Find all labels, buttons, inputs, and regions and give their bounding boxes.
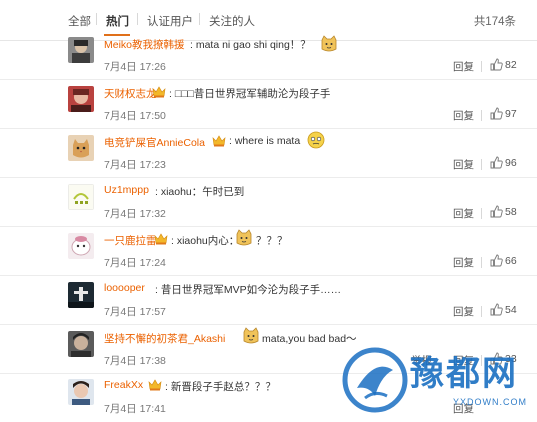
commenter-name[interactable]: 电竞铲屎官AnnieCola	[104, 135, 205, 150]
reply-button[interactable]: 回复	[453, 255, 474, 270]
comment-time: 7月4日 17:23	[104, 159, 166, 171]
comment-text: mata,you bad bad～	[262, 333, 357, 345]
tab-divider	[137, 13, 138, 25]
action-divider	[481, 61, 482, 72]
commenter-name[interactable]: FreakXx	[104, 379, 143, 391]
avatar[interactable]	[68, 282, 94, 308]
comment-text: : 昔日世界冠军MVP如今沦为段子手……	[155, 284, 342, 296]
like-count: 33	[505, 353, 517, 365]
comment-item: 天财权志龙 : □□□昔日世界冠军辅助沦为段子手 7月4日 17:50 回复 9…	[0, 80, 537, 129]
comment-text: : □□□昔日世界冠军辅助沦为段子手	[169, 88, 331, 100]
comment-time: 7月4日 17:32	[104, 208, 166, 220]
commenter-name[interactable]: 坚持不懈的初茶君_Akashi	[104, 331, 225, 346]
reply-button[interactable]: 回复	[453, 304, 474, 319]
thumbs-up-icon	[490, 303, 503, 316]
comment-text: : mata ni gao shi qing！？	[190, 39, 311, 51]
like-count: 66	[505, 255, 517, 267]
comment-text: : xiaohu：午时已到	[155, 186, 245, 198]
avatar[interactable]	[68, 331, 94, 357]
action-divider	[481, 208, 482, 219]
like-count: 54	[505, 304, 517, 316]
action-divider	[481, 306, 482, 317]
comment-time: 7月4日 17:24	[104, 257, 166, 269]
avatar[interactable]	[68, 135, 94, 161]
vip-crown-icon	[212, 135, 226, 147]
avatar[interactable]	[68, 86, 94, 112]
like-button[interactable]: 82	[490, 57, 522, 73]
comment-time: 7月4日 17:41	[104, 403, 166, 415]
tab-all[interactable]: 全部	[68, 13, 91, 29]
comment-item: 坚持不懈的初茶君_Akashi mata,you bad bad～ 7月4日 1…	[0, 325, 537, 374]
thumbs-up-icon	[490, 156, 503, 169]
comment-text-suffix: ？？？	[256, 235, 288, 247]
thumbs-up-icon	[490, 254, 503, 267]
like-count: 97	[505, 108, 517, 120]
thumbs-up-icon	[490, 58, 503, 71]
like-count: 58	[505, 206, 517, 218]
like-button[interactable]: 97	[490, 106, 522, 122]
comment-item: FreakXx : 新晋段子手赵总？？？ 7月4日 17:41 回复	[0, 373, 537, 421]
confused-emoji-icon	[307, 131, 325, 149]
comment-item: 电竞铲屎官AnnieCola : where is mata 7月4日 17:2…	[0, 129, 537, 178]
commenter-name[interactable]: 天财权志龙	[104, 86, 157, 101]
cat-emoji-icon	[236, 229, 252, 246]
reply-button[interactable]: 回复	[453, 401, 474, 416]
report-button[interactable]: 举报	[411, 353, 432, 368]
comment-item: 一只鹿拉雷 : xiaohu内心： ？？？ 7月4日 17:24 回复 66	[0, 227, 537, 276]
reply-button[interactable]: 回复	[453, 353, 474, 368]
tab-divider	[199, 13, 200, 25]
comment-item: Uz1mppp : xiaohu：午时已到 7月4日 17:32 回复 58	[0, 178, 537, 227]
like-button[interactable]: 66	[490, 253, 522, 269]
comment-time: 7月4日 17:50	[104, 110, 166, 122]
commenter-name[interactable]: Uz1mppp	[104, 184, 149, 196]
commenter-name[interactable]: Meiko教我撩韩援	[104, 37, 185, 52]
avatar[interactable]	[68, 233, 94, 259]
cat-emoji-icon	[321, 35, 337, 52]
vip-crown-icon	[148, 379, 162, 391]
action-divider	[481, 257, 482, 268]
cat-emoji-icon	[243, 327, 259, 344]
commenter-name[interactable]: looooper	[104, 282, 145, 294]
comment-time: 7月4日 17:38	[104, 355, 166, 367]
reply-button[interactable]: 回复	[453, 59, 474, 74]
comment-text: : where is mata	[229, 135, 301, 147]
like-button[interactable]: 58	[490, 204, 522, 220]
thumbs-up-icon	[490, 205, 503, 218]
thumbs-up-icon	[490, 352, 503, 365]
reply-button[interactable]: 回复	[453, 108, 474, 123]
tab-following[interactable]: 关注的人	[209, 13, 255, 29]
reply-button[interactable]: 回复	[453, 206, 474, 221]
comment-item: looooper : 昔日世界冠军MVP如今沦为段子手…… 7月4日 17:57…	[0, 276, 537, 325]
like-count: 82	[505, 59, 517, 71]
like-button[interactable]: 33	[490, 351, 522, 367]
comment-time: 7月4日 17:26	[104, 61, 166, 73]
reply-button[interactable]: 回复	[453, 157, 474, 172]
action-divider	[481, 355, 482, 366]
avatar[interactable]	[68, 184, 94, 210]
tab-verified-users[interactable]: 认证用户	[147, 13, 193, 29]
like-count: 96	[505, 157, 517, 169]
comment-text: : 新晋段子手赵总？？？	[165, 381, 276, 393]
vip-crown-icon	[152, 86, 166, 98]
comment-time: 7月4日 17:57	[104, 306, 166, 318]
comment-count: 共174条	[473, 16, 516, 28]
comment-text: : xiaohu内心：	[171, 235, 240, 247]
avatar[interactable]	[68, 37, 94, 63]
vip-crown-icon	[154, 233, 168, 245]
tab-hot[interactable]: 热门	[106, 13, 129, 29]
like-button[interactable]: 96	[490, 155, 522, 171]
like-button[interactable]: 54	[490, 302, 522, 318]
commenter-name[interactable]: 一只鹿拉雷	[104, 233, 157, 248]
action-divider	[481, 159, 482, 170]
thumbs-up-icon	[490, 107, 503, 120]
avatar[interactable]	[68, 379, 94, 405]
action-divider	[481, 110, 482, 121]
comment-item: Meiko教我撩韩援 : mata ni gao shi qing！？ 7月4日…	[0, 31, 537, 80]
tab-divider	[96, 13, 97, 25]
